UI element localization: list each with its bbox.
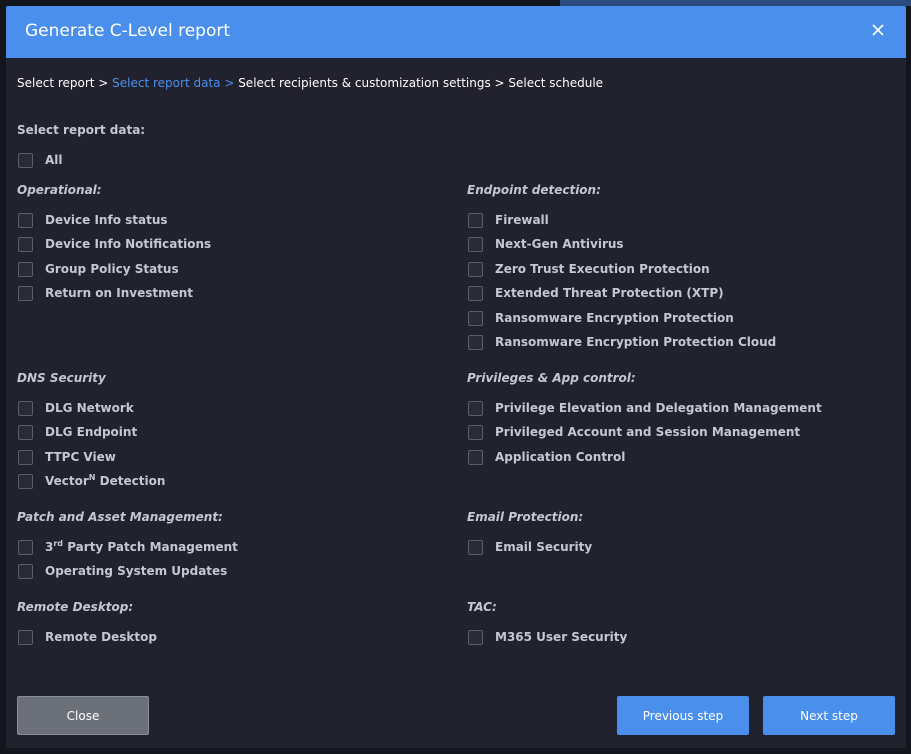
checkbox-return-on-investment[interactable]: Return on Investment (18, 285, 193, 301)
group-title-tac: TAC: (467, 600, 497, 614)
checkbox-label: Email Security (495, 540, 593, 554)
checkbox-device-info-status[interactable]: Device Info status (18, 212, 168, 228)
checkbox-group-policy-status[interactable]: Group Policy Status (18, 261, 179, 277)
checkbox-label: Extended Threat Protection (XTP) (495, 286, 724, 300)
checkbox-box[interactable] (468, 449, 483, 465)
checkbox-all[interactable]: All (18, 152, 63, 168)
checkbox-dlg-endpoint[interactable]: DLG Endpoint (18, 424, 137, 440)
checkbox-next-gen-antivirus[interactable]: Next-Gen Antivirus (468, 236, 624, 252)
group-title-email-protection: Email Protection: (467, 510, 584, 524)
checkbox-box[interactable] (468, 334, 483, 350)
checkbox-os-updates[interactable]: Operating System Updates (18, 563, 227, 579)
breadcrumb-step-recipients[interactable]: Select recipients & customization settin… (238, 76, 491, 90)
checkbox-label: Device Info Notifications (45, 237, 212, 251)
group-title-endpoint-detection: Endpoint detection: (467, 183, 601, 197)
checkbox-dlg-network[interactable]: DLG Network (18, 400, 134, 416)
checkbox-privileged-account[interactable]: Privileged Account and Session Managemen… (468, 424, 800, 440)
report-dialog: Generate C-Level report Select report > … (6, 6, 906, 748)
checkbox-label: Zero Trust Execution Protection (495, 262, 710, 276)
checkbox-box[interactable] (18, 424, 33, 440)
checkbox-label: 3rd Party Patch Management (45, 539, 238, 555)
checkbox-box[interactable] (18, 563, 33, 579)
dialog-title: Generate C-Level report (25, 21, 231, 41)
breadcrumb: Select report > Select report data > Sel… (17, 76, 603, 90)
checkbox-box[interactable] (468, 236, 483, 252)
checkbox-ransomware-encryption-cloud[interactable]: Ransomware Encryption Protection Cloud (468, 334, 776, 350)
checkbox-box[interactable] (468, 424, 483, 440)
checkbox-ttpc-view[interactable]: TTPC View (18, 449, 116, 465)
checkbox-label: Remote Desktop (45, 630, 157, 644)
checkbox-box[interactable] (18, 285, 33, 301)
checkbox-m365-user-security[interactable]: M365 User Security (468, 629, 627, 645)
breadcrumb-step-select-report[interactable]: Select report (17, 76, 94, 90)
checkbox-label: Privilege Elevation and Delegation Manag… (495, 401, 822, 415)
checkbox-box[interactable] (468, 400, 483, 416)
checkbox-box[interactable] (18, 152, 33, 168)
checkbox-box[interactable] (18, 449, 33, 465)
checkbox-box[interactable] (468, 629, 483, 645)
checkbox-label: DLG Network (45, 401, 134, 415)
checkbox-label: VectorN Detection (45, 474, 166, 489)
breadcrumb-separator: > (94, 76, 113, 90)
checkbox-box[interactable] (468, 212, 483, 228)
vector-label-base: Vector (45, 474, 89, 488)
checkbox-label: All (45, 153, 63, 167)
checkbox-label: Device Info status (45, 213, 168, 227)
checkbox-box[interactable] (18, 400, 33, 416)
breadcrumb-step-select-report-data[interactable]: Select report data (112, 76, 220, 90)
checkbox-label: M365 User Security (495, 630, 628, 644)
checkbox-box[interactable] (18, 629, 33, 645)
third-label-superscript: rd (53, 539, 64, 548)
checkbox-privilege-elevation[interactable]: Privilege Elevation and Delegation Manag… (468, 400, 822, 416)
checkbox-ransomware-encryption[interactable]: Ransomware Encryption Protection (468, 310, 734, 326)
checkbox-label: Group Policy Status (45, 262, 179, 276)
breadcrumb-separator: > (490, 76, 509, 90)
checkbox-label: Ransomware Encryption Protection Cloud (495, 335, 777, 349)
next-step-button[interactable]: Next step (763, 696, 895, 735)
section-title: Select report data: (17, 123, 146, 137)
group-title-remote-desktop: Remote Desktop: (17, 600, 134, 614)
checkbox-label: TTPC View (45, 450, 116, 464)
checkbox-xtp[interactable]: Extended Threat Protection (XTP) (468, 285, 724, 301)
checkbox-zero-trust[interactable]: Zero Trust Execution Protection (468, 261, 710, 277)
previous-step-button[interactable]: Previous step (617, 696, 749, 735)
checkbox-box[interactable] (18, 212, 33, 228)
checkbox-box[interactable] (18, 473, 33, 489)
checkbox-firewall[interactable]: Firewall (468, 212, 549, 228)
close-icon[interactable] (868, 20, 888, 40)
checkbox-box[interactable] (18, 236, 33, 252)
checkbox-remote-desktop[interactable]: Remote Desktop (18, 629, 157, 645)
checkbox-box[interactable] (468, 539, 483, 555)
checkbox-label: Ransomware Encryption Protection (495, 311, 734, 325)
checkbox-box[interactable] (18, 261, 33, 277)
checkbox-third-party-patch[interactable]: 3rd Party Patch Management (18, 539, 238, 555)
breadcrumb-separator: > (220, 76, 239, 90)
group-title-dns-security: DNS Security (17, 371, 106, 385)
checkbox-label: Next-Gen Antivirus (495, 237, 624, 251)
third-label-rest: Party Patch Management (63, 540, 238, 554)
checkbox-label: Operating System Updates (45, 564, 228, 578)
checkbox-device-info-notifications[interactable]: Device Info Notifications (18, 236, 211, 252)
checkbox-box[interactable] (468, 261, 483, 277)
group-title-privileges: Privileges & App control: (467, 371, 636, 385)
checkbox-email-security[interactable]: Email Security (468, 539, 592, 555)
close-button[interactable]: Close (17, 696, 149, 735)
checkbox-label: Firewall (495, 213, 549, 227)
dialog-header: Generate C-Level report (6, 6, 906, 58)
checkbox-box[interactable] (468, 285, 483, 301)
group-title-patch-management: Patch and Asset Management: (17, 510, 223, 524)
breadcrumb-step-schedule[interactable]: Select schedule (508, 76, 603, 90)
checkbox-label: Privileged Account and Session Managemen… (495, 425, 801, 439)
checkbox-label: Return on Investment (45, 286, 194, 300)
checkbox-label: DLG Endpoint (45, 425, 138, 439)
checkbox-box[interactable] (468, 310, 483, 326)
checkbox-box[interactable] (18, 539, 33, 555)
checkbox-vector-detection[interactable]: VectorN Detection (18, 473, 165, 489)
vector-label-rest: Detection (95, 474, 166, 488)
checkbox-label: Application Control (495, 450, 626, 464)
checkbox-application-control[interactable]: Application Control (468, 449, 625, 465)
group-title-operational: Operational: (17, 183, 102, 197)
